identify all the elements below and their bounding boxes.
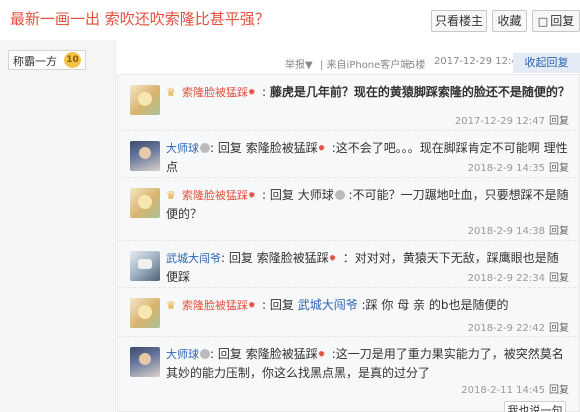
- reply-user[interactable]: 武城大闯爷: [166, 252, 221, 265]
- reply-target[interactable]: 大师球: [298, 188, 334, 202]
- level-icon: [334, 190, 345, 200]
- avatar[interactable]: [130, 347, 160, 377]
- reply-user[interactable]: 索隆脸被猛踩: [182, 86, 248, 99]
- reply-link[interactable]: 回复: [549, 116, 569, 127]
- list-item: 大师球: 回复 索隆脸被猛踩✹:这一刀是用了重力果实能力了，被突然莫名其妙的能力…: [118, 337, 580, 399]
- reply-link[interactable]: 回复: [549, 163, 569, 174]
- fire-icon: ✹: [248, 88, 256, 98]
- reply-user[interactable]: 大师球: [166, 142, 199, 155]
- list-item: 大师球: 回复 索隆脸被猛踩✹:这不会了吧。。。现在脚踩肯定不可能啊 理性点 2…: [118, 131, 580, 178]
- reply-link[interactable]: 回复: [549, 323, 569, 334]
- post-content: 举报▼ | 来自iPhone客户端 5楼 2017-12-29 12:41 收起…: [117, 40, 580, 412]
- avatar[interactable]: [130, 188, 160, 218]
- thread-title: 最新一画一出 索吹还吹索隆比甚平强？: [10, 10, 270, 28]
- thread-header: 最新一画一出 索吹还吹索隆比甚平强？ 只看楼主 收藏 □ 回复: [0, 0, 580, 40]
- reply-prefix: 回复: [269, 188, 294, 202]
- favorite-button[interactable]: 收藏: [492, 10, 527, 32]
- crown-icon: ♛: [166, 299, 176, 312]
- reply-body: :踩 你 母 亲 的b也是随便的: [361, 298, 509, 312]
- reply-time: 2017-12-29 12:47: [454, 116, 545, 127]
- avatar[interactable]: [130, 251, 160, 281]
- reply-target[interactable]: 索隆脸被猛踩: [257, 251, 329, 265]
- reply-user[interactable]: 索隆脸被猛踩: [182, 189, 248, 202]
- reply-time: 2018-2-9 22:34: [467, 273, 545, 284]
- reply-list: ♛ 索隆脸被猛踩✹: 藤虎是几年前？现在的黄猿脚踩索隆的脸还不是随便的？ 2017…: [117, 74, 580, 412]
- reply-footer: 2018-2-9 22:34 回复: [468, 269, 569, 284]
- reply-time: 2018-2-9 14:35: [467, 163, 545, 174]
- reply-time: 2018-2-11 14:45: [461, 385, 545, 396]
- reply-time: 2018-2-9 22:42: [467, 323, 545, 334]
- reply-user[interactable]: 索隆脸被猛踩: [182, 299, 248, 312]
- say-something-button[interactable]: 我也说一句: [504, 401, 566, 412]
- author-sidebar: 称霸一方 10: [0, 40, 116, 412]
- reply-text: 大师球: 回复 索隆脸被猛踩✹:这一刀是用了重力果实能力了，被突然莫名其妙的能力…: [166, 347, 564, 380]
- comment-icon: □: [537, 15, 549, 28]
- reply-prefix: 回复: [269, 298, 294, 312]
- reply-text: ♛ 索隆脸被猛踩✹: 回复 大师球 :不可能？一刀蹍地吐血，只要想踩不是随便的？: [166, 188, 569, 221]
- reply-prefix: 回复: [228, 251, 253, 265]
- reply-target[interactable]: 索隆脸被猛踩: [246, 141, 318, 155]
- avatar[interactable]: [130, 298, 160, 328]
- reply-button[interactable]: □ 回复: [532, 10, 580, 32]
- crown-icon: ♛: [166, 189, 176, 202]
- floor-label: 5楼: [409, 60, 426, 71]
- reply-text: ♛ 索隆脸被猛踩✹: 藤虎是几年前？现在的黄猿脚踩索隆的脸还不是随便的？: [166, 85, 570, 99]
- list-item: ♛ 索隆脸被猛踩✹: 藤虎是几年前？现在的黄猿脚踩索隆的脸还不是随便的？ 2017…: [118, 75, 580, 131]
- level-badge: 10: [64, 52, 81, 68]
- reply-footer: 2017-12-29 12:47 回复: [455, 112, 569, 127]
- reply-text: ♛ 索隆脸被猛踩✹: 回复 武城大闯爷 :踩 你 母 亲 的b也是随便的: [166, 298, 509, 312]
- collapse-replies-button[interactable]: 收起回复: [513, 53, 580, 73]
- post-meta: 举报▼ | 来自iPhone客户端 5楼 2017-12-29 12:41 收起…: [117, 53, 580, 73]
- fire-icon: ✹: [248, 301, 256, 311]
- user-badge[interactable]: 称霸一方 10: [8, 50, 86, 70]
- reply-link[interactable]: 回复: [549, 385, 569, 396]
- reply-user[interactable]: 大师球: [166, 348, 199, 361]
- list-item: 武城大闯爷: 回复 索隆脸被猛踩✹ ：对对对，黄猿天下无敌，踩鹰眼也是随便踩 20…: [118, 241, 580, 288]
- fire-icon: ✹: [328, 254, 337, 264]
- crown-icon: ♛: [166, 86, 176, 99]
- reply-link[interactable]: 回复: [549, 226, 569, 237]
- list-item: ♛ 索隆脸被猛踩✹: 回复 大师球 :不可能？一刀蹍地吐血，只要想踩不是随便的？ …: [118, 178, 580, 241]
- reply-target[interactable]: 武城大闯爷: [298, 298, 358, 312]
- fire-icon: ✹: [317, 350, 326, 360]
- reply-link[interactable]: 回复: [549, 273, 569, 284]
- reply-time: 2018-2-9 14:38: [467, 226, 545, 237]
- level-icon: [200, 349, 210, 359]
- list-item: ♛ 索隆脸被猛踩✹: 回复 武城大闯爷 :踩 你 母 亲 的b也是随便的 2018…: [118, 288, 580, 337]
- source-label: | 来自iPhone客户端: [320, 60, 411, 71]
- avatar[interactable]: [130, 141, 160, 171]
- reply-footer: 2018-2-9 14:38 回复: [468, 222, 569, 237]
- post-time: 2017-12-29 12:41: [434, 56, 525, 67]
- fire-icon: ✹: [317, 144, 326, 154]
- avatar[interactable]: [130, 85, 160, 115]
- reply-body: 藤虎是几年前？现在的黄猿脚踩索隆的脸还不是随便的？: [269, 85, 570, 99]
- level-icon: [200, 143, 210, 153]
- fire-icon: ✹: [248, 191, 256, 201]
- reply-prefix: 回复: [217, 347, 242, 361]
- reply-footer: 2018-2-11 14:45 回复: [461, 381, 569, 396]
- user-name: 称霸一方: [13, 55, 57, 68]
- reply-prefix: 回复: [217, 141, 242, 155]
- report-link[interactable]: 举报▼: [285, 56, 313, 71]
- reply-button-label: 回复: [550, 14, 575, 28]
- reply-footer: 2018-2-9 14:35 回复: [468, 159, 569, 174]
- reply-target[interactable]: 索隆脸被猛踩: [246, 347, 318, 361]
- reply-footer: 2018-2-9 22:42 回复: [468, 319, 569, 334]
- only-op-button[interactable]: 只看楼主: [431, 10, 487, 32]
